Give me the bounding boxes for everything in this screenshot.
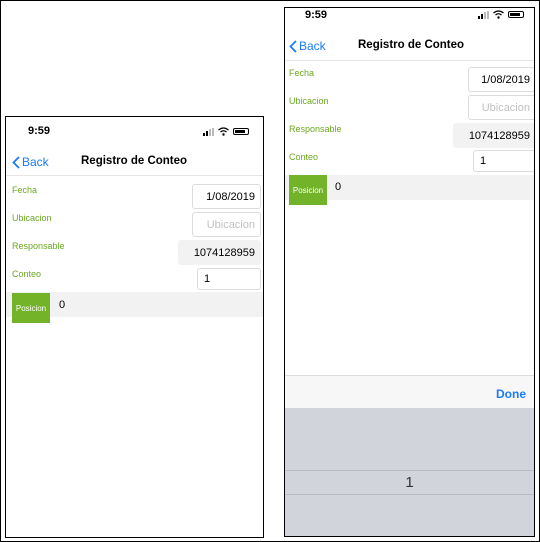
ubicacion-label: Ubicacion bbox=[12, 213, 52, 223]
ubicacion-field[interactable]: Ubicacion bbox=[192, 212, 261, 237]
page-title: Registro de Conteo bbox=[81, 155, 188, 167]
back-label: Back bbox=[299, 39, 326, 53]
navigation-bar: Back Registro de Conteo bbox=[6, 147, 263, 176]
responsable-field[interactable]: 1074128959 bbox=[453, 123, 534, 148]
responsable-label: Responsable bbox=[289, 124, 342, 134]
status-time: 9:59 bbox=[28, 125, 51, 137]
done-button[interactable]: Done bbox=[496, 387, 526, 401]
wifi-icon bbox=[493, 10, 504, 19]
fecha-field[interactable]: 1/08/2019 bbox=[192, 184, 261, 209]
picker-selection-top bbox=[285, 470, 534, 471]
posicion-value: 0 bbox=[335, 181, 342, 193]
phone-screen-right: 9:59 Back Registro de Conteo Fecha 1/08/… bbox=[284, 7, 535, 537]
ubicacion-label: Ubicacion bbox=[289, 96, 329, 106]
signal-icon bbox=[203, 127, 214, 136]
signal-icon bbox=[478, 10, 489, 19]
ubicacion-field[interactable]: Ubicacion bbox=[468, 95, 534, 120]
fecha-label: Fecha bbox=[12, 185, 38, 195]
back-label: Back bbox=[22, 155, 49, 169]
picker-wheel[interactable]: 1 bbox=[285, 408, 534, 536]
back-button[interactable]: Back bbox=[12, 155, 49, 169]
wifi-icon bbox=[218, 127, 229, 136]
fecha-field[interactable]: 1/08/2019 bbox=[468, 67, 534, 92]
responsable-field[interactable]: 1074128959 bbox=[178, 240, 261, 265]
battery-icon bbox=[233, 128, 249, 135]
picker-selection-bottom bbox=[285, 494, 534, 495]
chevron-left-icon bbox=[12, 155, 20, 169]
conteo-field[interactable]: 1 bbox=[473, 150, 534, 172]
fecha-label: Fecha bbox=[289, 68, 315, 78]
conteo-label: Conteo bbox=[12, 269, 42, 279]
posicion-button[interactable]: Posicion bbox=[289, 175, 327, 205]
page-title: Registro de Conteo bbox=[358, 39, 465, 51]
back-button[interactable]: Back bbox=[289, 39, 326, 53]
conteo-label: Conteo bbox=[289, 152, 319, 162]
status-time: 9:59 bbox=[305, 9, 328, 21]
picker-toolbar: Done bbox=[285, 375, 534, 409]
responsable-label: Responsable bbox=[12, 241, 65, 251]
posicion-value: 0 bbox=[59, 299, 66, 311]
status-bar: 9:59 bbox=[6, 117, 263, 139]
phone-screen-left: 9:59 Back Registro de Conteo Fecha 1/08/… bbox=[5, 116, 264, 538]
navigation-bar: Back Registro de Conteo bbox=[285, 32, 534, 61]
conteo-field[interactable]: 1 bbox=[197, 268, 261, 290]
picker-selected-value[interactable]: 1 bbox=[285, 474, 534, 491]
status-bar: 9:59 bbox=[285, 8, 534, 30]
battery-icon bbox=[508, 11, 524, 18]
posicion-button[interactable]: Posicion bbox=[12, 293, 50, 323]
chevron-left-icon bbox=[289, 39, 297, 53]
